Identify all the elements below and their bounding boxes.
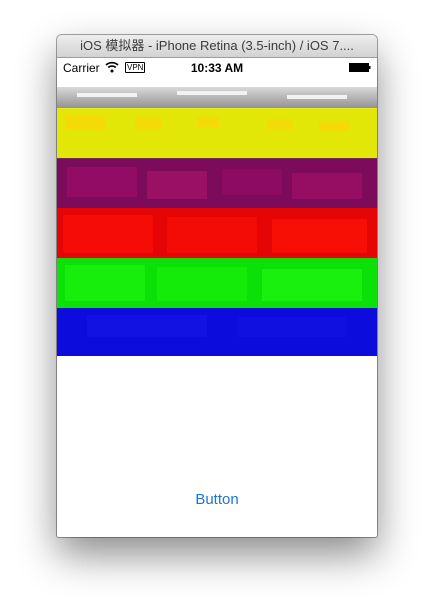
red-overlay-band — [57, 208, 377, 258]
window-title: iOS 模拟器 - iPhone Retina (3.5-inch) / iOS… — [80, 38, 354, 53]
image-view — [57, 87, 377, 356]
green-overlay-band — [57, 258, 377, 308]
blue-overlay-band — [57, 308, 377, 356]
simulator-window: iOS 模拟器 - iPhone Retina (3.5-inch) / iOS… — [57, 35, 377, 537]
ios-status-bar: Carrier VPN 10:33 AM — [57, 58, 377, 78]
battery-icon — [349, 63, 371, 72]
yellow-overlay-band — [57, 108, 377, 158]
main-button[interactable]: Button — [57, 491, 377, 508]
status-time: 10:33 AM — [190, 61, 244, 75]
screen: iOS 模拟器 - iPhone Retina (3.5-inch) / iOS… — [0, 0, 434, 616]
purple-overlay-band — [57, 158, 377, 208]
window-titlebar[interactable]: iOS 模拟器 - iPhone Retina (3.5-inch) / iOS… — [57, 35, 377, 58]
